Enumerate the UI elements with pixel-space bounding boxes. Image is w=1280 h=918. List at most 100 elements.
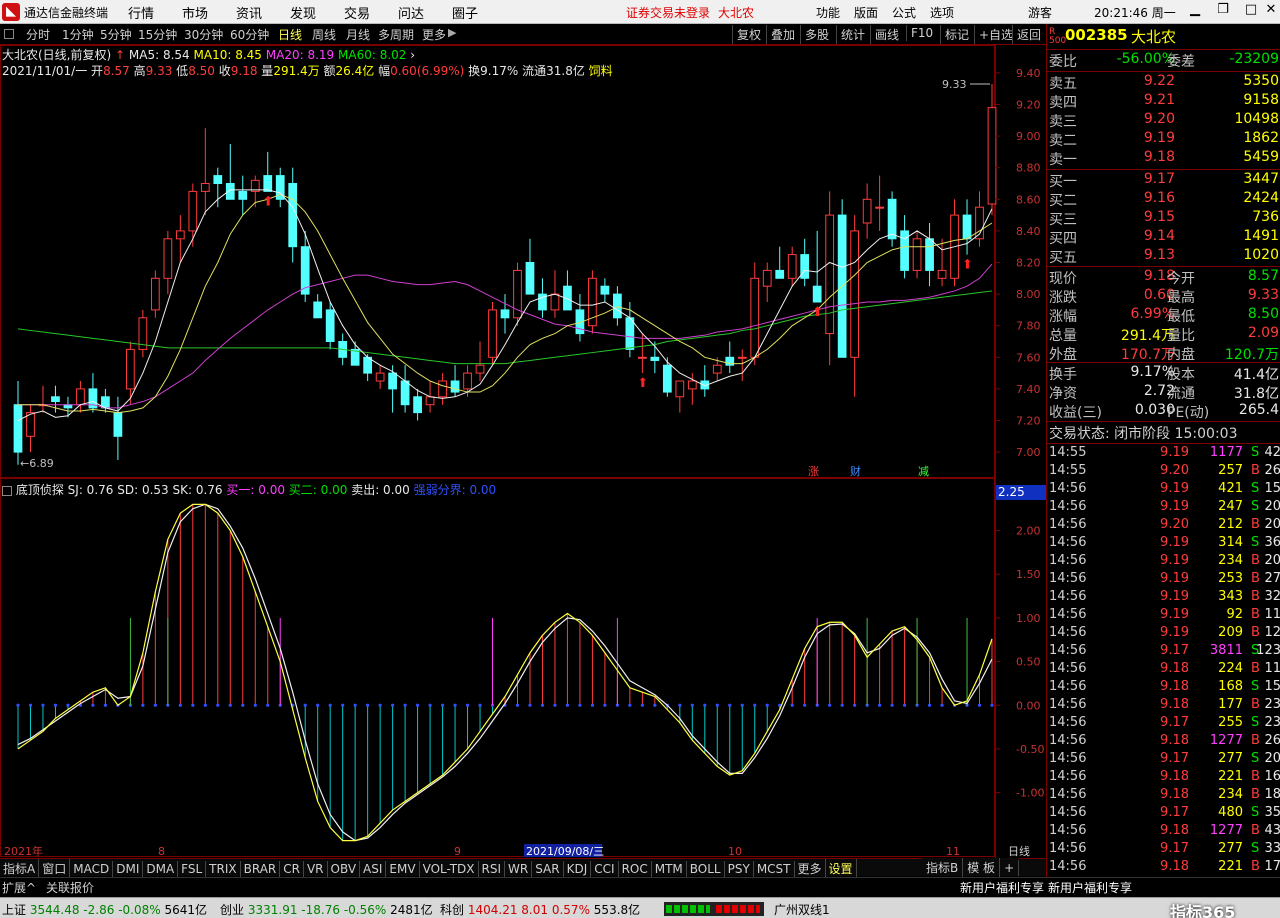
fuquan-button[interactable]: 复权 [732,25,765,44]
candle-body[interactable] [787,254,797,279]
user-label[interactable]: 游客 [1028,4,1052,21]
candle-body[interactable] [463,372,472,390]
candle-body[interactable] [475,364,485,374]
tab-fenshi[interactable]: 分时 [26,26,50,43]
indicator-tab[interactable]: PSY [725,861,754,877]
menu-gongneng[interactable]: 功能 [816,4,840,21]
indicator-tab[interactable]: DMA [143,861,179,877]
buy-level-row[interactable]: 买三 9.15 736 [1047,209,1280,228]
indicator-tab[interactable]: ASI [360,861,387,877]
buy-level-row[interactable]: 买二 9.16 2424 [1047,190,1280,209]
candle-body[interactable] [76,388,85,406]
tab-30min[interactable]: 30分钟 [184,26,223,43]
sell-level-row[interactable]: 卖二 9.19 1862 [1047,130,1280,149]
candle-body[interactable] [812,285,822,303]
candle-body[interactable] [238,190,248,200]
candle-body[interactable] [450,380,460,393]
indicator-tab[interactable]: WR [505,861,533,877]
buy-level-row[interactable]: 买五 9.13 1020 [1047,247,1280,266]
menu-gongshi[interactable]: 公式 [892,4,916,21]
candle-body[interactable] [13,404,23,453]
indicator-tab[interactable]: KDJ [564,861,592,877]
candle-body[interactable] [825,214,835,335]
candle-body[interactable] [438,380,447,398]
candle-body[interactable] [675,380,685,398]
indicator-tab[interactable]: BRAR [241,861,281,877]
menu-shichang[interactable]: 市场 [182,3,208,22]
event-badge[interactable]: 财 [850,464,861,478]
huaxian-button[interactable]: 画线 [870,25,903,44]
candle-body[interactable] [288,183,298,248]
indicator-tab[interactable]: MTM [652,861,687,877]
menu-xuanxiang[interactable]: 选项 [930,4,954,21]
toggle-icon[interactable] [4,29,14,39]
index-kc[interactable]: 科创 1404.21 8.01 0.57% 553.8亿 [440,901,640,918]
candle-body[interactable] [862,198,872,224]
candle-body[interactable] [613,293,622,319]
candle-body[interactable] [113,412,123,437]
candle-body[interactable] [625,317,635,350]
event-badge[interactable]: 涨 [808,465,819,478]
candle-body[interactable] [325,309,335,342]
candle-body[interactable] [150,277,160,311]
candle-body[interactable] [500,309,510,319]
indicator-tab[interactable]: EMV [386,861,420,877]
tab-daily[interactable]: 日线 [278,26,302,43]
candle-body[interactable] [650,356,660,361]
candle-body[interactable] [213,175,223,185]
login-warning[interactable]: 证券交易未登录 [626,4,710,21]
indicator-tab[interactable]: 指标A [0,859,40,878]
indicator-tab[interactable]: DMI [113,861,144,877]
candle-body[interactable] [937,269,947,279]
indicator-tab[interactable]: OBV [328,861,361,877]
tab-weekly[interactable]: 周线 [312,26,336,43]
minimize-icon[interactable]: ▁ [1184,2,1206,20]
menu-banmian[interactable]: 版面 [854,4,878,21]
indicator-tab[interactable]: MACD [70,861,114,877]
toggle-icon[interactable] [2,485,12,496]
candle-body[interactable] [400,380,410,406]
tab-60min[interactable]: 60分钟 [230,26,269,43]
candle-body[interactable] [525,262,535,295]
menu-faxian[interactable]: 发现 [290,3,316,22]
indicator-tab-right[interactable]: 模 板 [963,858,1001,877]
candle-body[interactable] [200,183,210,192]
candle-body[interactable] [850,230,860,358]
tab-monthly[interactable]: 月线 [346,26,370,43]
close-icon[interactable]: ✕ [1260,2,1280,20]
candle-body[interactable] [737,356,747,359]
chevron-right-icon[interactable]: ▶ [448,26,456,39]
add-watchlist-button[interactable]: +自选 [974,25,1017,44]
tab-multi-period[interactable]: 多周期 [378,26,414,43]
menu-jiaoyi[interactable]: 交易 [344,3,370,22]
related-quote-tab[interactable]: 关联报价 [46,879,94,896]
candle-body[interactable] [925,238,934,271]
sell-level-row[interactable]: 卖四 9.21 9158 [1047,92,1280,111]
candle-body[interactable] [263,175,273,192]
indicator-tab[interactable]: MCST [754,861,795,877]
maximize-icon[interactable]: □ [1240,2,1262,20]
promo-text-2[interactable]: 新用户福利专享 [1048,879,1132,896]
candle-body[interactable] [188,190,198,232]
candle-body[interactable] [775,269,785,279]
candle-body[interactable] [962,214,972,240]
sell-level-row[interactable]: 卖五 9.22 5350 [1047,73,1280,92]
duogu-button[interactable]: 多股 [800,25,833,44]
tab-15min[interactable]: 15分钟 [138,26,177,43]
indicator-tab[interactable]: 更多 [795,859,826,878]
tab-5min[interactable]: 5分钟 [100,26,132,43]
indicator-tab[interactable]: VR [304,861,328,877]
sell-level-row[interactable]: 卖一 9.18 5459 [1047,149,1280,168]
menu-quanzi[interactable]: 圈子 [452,3,478,22]
candle-body[interactable] [163,238,173,279]
tab-1min[interactable]: 1分钟 [62,26,94,43]
candle-body[interactable] [51,396,60,403]
event-badge[interactable]: 减 [918,465,929,478]
indicator-tab-right[interactable]: + [1000,860,1020,876]
candle-body[interactable] [637,356,647,359]
candle-body[interactable] [313,301,323,319]
candle-body[interactable] [600,285,610,295]
indicator-tab[interactable]: ROC [619,861,652,877]
candle-body[interactable] [375,372,385,382]
tongji-button[interactable]: 统计 [836,25,869,44]
